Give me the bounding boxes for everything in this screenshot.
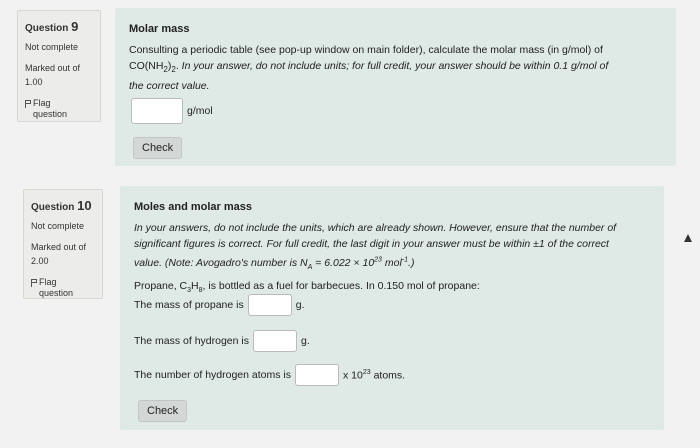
mass-propane-label: The mass of propane is [134, 299, 244, 311]
question-10-content: Moles and molar mass In your answers, do… [120, 186, 664, 430]
unit-label: g/mol [187, 105, 213, 117]
unit-atoms-label: x 1023 atoms. [343, 368, 406, 382]
hydrogen-atoms-input[interactable] [295, 364, 339, 386]
marked-label: Marked out of [25, 63, 81, 73]
question-9-info: Question 9 Not complete Marked out of 1.… [17, 10, 101, 122]
question-9-content: Molar mass Consulting a periodic table (… [115, 8, 676, 166]
marked-label: Marked out of [31, 242, 87, 252]
molar-mass-input[interactable] [131, 98, 183, 124]
flag-question-button[interactable]: Flag question [25, 98, 93, 120]
instructions-text: In your answers, do not include the unit… [134, 222, 617, 294]
question-label: Question 10 [31, 198, 92, 213]
check-button[interactable]: Check [133, 137, 183, 159]
unit-g-label: g. [300, 335, 310, 347]
flag-icon [31, 279, 37, 287]
unit-g-label: g. [295, 299, 305, 311]
mass-hydrogen-label: The mass of hydrogen is [134, 335, 249, 347]
question-text: Consulting a periodic table (see pop-up … [129, 44, 609, 93]
status-text: Not complete [31, 221, 85, 231]
flag-question-button[interactable]: Flag question [31, 277, 95, 299]
score-value: 1.00 [25, 77, 43, 87]
question-title: Molar mass [129, 23, 190, 35]
status-text: Not complete [25, 42, 79, 52]
flag-icon [25, 100, 31, 108]
question-10-info: Question 10 Not complete Marked out of 2… [23, 189, 103, 299]
question-title: Moles and molar mass [134, 201, 252, 213]
score-value: 2.00 [31, 256, 49, 266]
hydrogen-atoms-label: The number of hydrogen atoms is [134, 369, 291, 381]
check-button[interactable]: Check [138, 400, 188, 422]
mass-hydrogen-input[interactable] [252, 330, 297, 352]
question-label: Question 9 [25, 19, 79, 34]
mass-propane-input[interactable] [247, 294, 292, 316]
mouse-cursor-icon [684, 234, 692, 242]
